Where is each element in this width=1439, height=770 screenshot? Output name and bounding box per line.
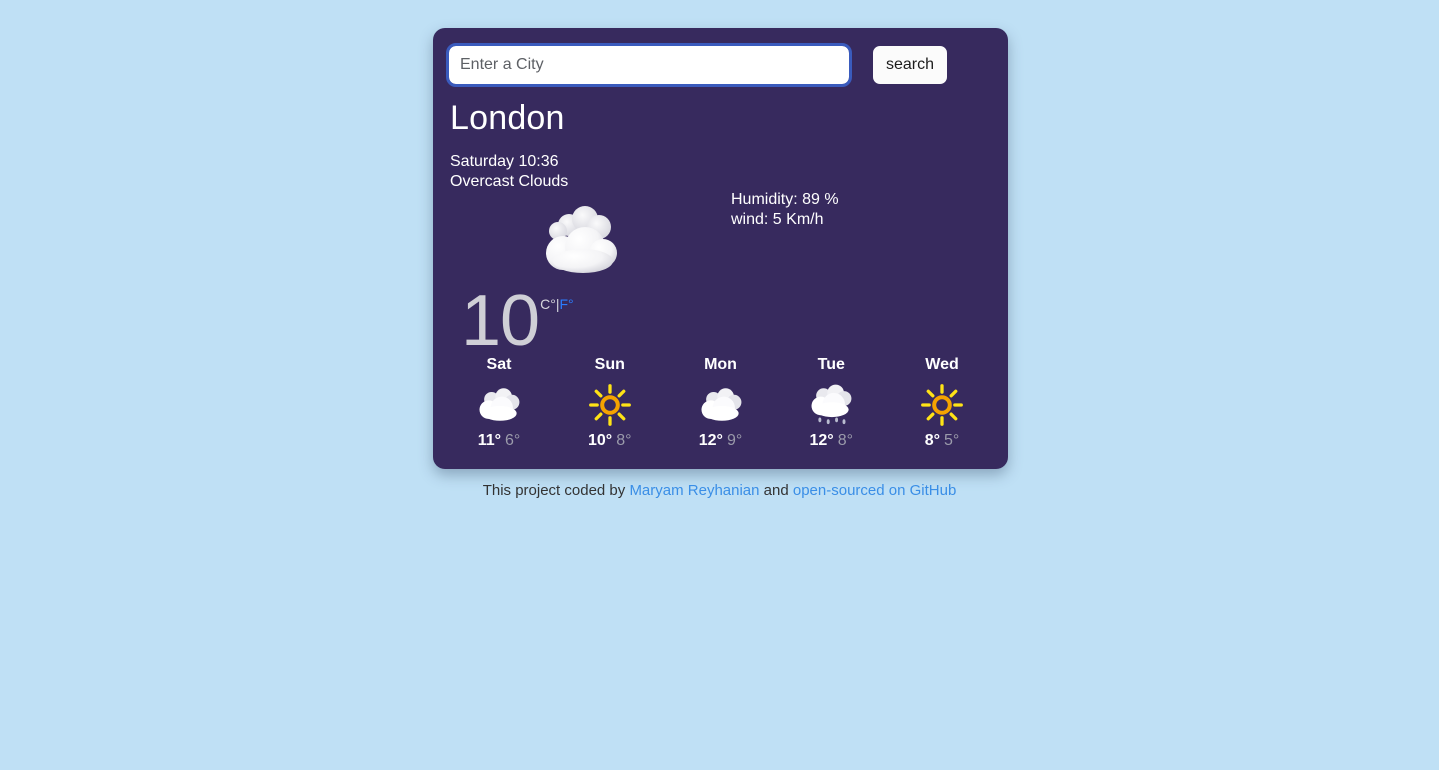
github-source-link[interactable]: open-sourced on GitHub bbox=[793, 482, 956, 499]
forecast-max: 10° bbox=[588, 432, 613, 449]
app-page: search London Saturday 10:36 Overcast Cl… bbox=[0, 0, 1439, 770]
forecast-max: 12° bbox=[698, 432, 723, 449]
cloud-icon bbox=[449, 380, 549, 430]
footer-prefix: This project coded by bbox=[482, 482, 630, 499]
forecast-day-label: Tue bbox=[817, 356, 845, 373]
fahrenheit-unit-link[interactable]: F° bbox=[559, 296, 573, 312]
forecast-max: 11° bbox=[477, 432, 501, 449]
weather-card: search London Saturday 10:36 Overcast Cl… bbox=[433, 28, 1008, 469]
forecast-min: 8° bbox=[616, 432, 632, 449]
forecast-day-label: Wed bbox=[925, 356, 959, 373]
forecast-min: 8° bbox=[837, 432, 853, 449]
sun-icon bbox=[560, 380, 660, 430]
forecast-max: 8° bbox=[924, 432, 940, 449]
forecast-day-tue: Tue 12° 8° bbox=[781, 356, 881, 450]
current-conditions-text: Saturday 10:36 Overcast Clouds bbox=[450, 152, 568, 191]
wind-value: wind: 5 Km/h bbox=[731, 210, 824, 228]
forecast-day-label: Sat bbox=[486, 356, 512, 373]
unit-toggle: C°|F° bbox=[540, 297, 574, 311]
forecast-temps: 10° 8° bbox=[560, 432, 660, 450]
forecast-min: 9° bbox=[726, 432, 743, 449]
forecast-day-wed: Wed 8° 5° bbox=[892, 356, 992, 450]
forecast-temps: 11° 6° bbox=[449, 432, 549, 450]
overcast-cloud-icon bbox=[533, 203, 629, 283]
forecast-temps: 12° 8° bbox=[781, 432, 881, 450]
forecast-day-label: Mon bbox=[704, 356, 737, 373]
celsius-unit-link[interactable]: C° bbox=[540, 296, 556, 312]
footer-credits: This project coded by Maryam Reyhanian a… bbox=[0, 482, 1439, 499]
city-search-input[interactable] bbox=[446, 43, 852, 87]
forecast-temps: 8° 5° bbox=[892, 432, 992, 450]
current-description: Overcast Clouds bbox=[450, 172, 569, 190]
current-datetime: Saturday 10:36 bbox=[450, 153, 559, 170]
city-name: London bbox=[450, 99, 565, 137]
forecast-row: Sat 11° 6° Sun 10° 8° Mon 12° 9° Tue 12°… bbox=[449, 356, 992, 450]
cloud-rain-icon bbox=[781, 380, 881, 430]
cloud-icon bbox=[671, 380, 771, 430]
humidity-value: Humidity: 89 % bbox=[731, 191, 839, 208]
temperature-value: 10 bbox=[461, 281, 540, 361]
author-link[interactable]: Maryam Reyhanian bbox=[629, 482, 759, 499]
forecast-day-label: Sun bbox=[594, 356, 625, 373]
sun-icon bbox=[892, 380, 992, 430]
forecast-temps: 12° 9° bbox=[671, 432, 771, 450]
forecast-day-sat: Sat 11° 6° bbox=[449, 356, 549, 450]
forecast-max: 12° bbox=[809, 432, 834, 449]
current-temperature-row: 10 C°|F° bbox=[461, 281, 574, 361]
search-form: search bbox=[446, 43, 947, 87]
forecast-min: 5° bbox=[944, 432, 960, 449]
forecast-day-sun: Sun 10° 8° bbox=[560, 356, 660, 450]
current-metrics: Humidity: 89 % wind: 5 Km/h bbox=[731, 190, 839, 229]
forecast-min: 6° bbox=[505, 432, 521, 449]
footer-middle: and bbox=[759, 482, 793, 499]
search-button[interactable]: search bbox=[873, 46, 947, 84]
forecast-day-mon: Mon 12° 9° bbox=[671, 356, 771, 450]
